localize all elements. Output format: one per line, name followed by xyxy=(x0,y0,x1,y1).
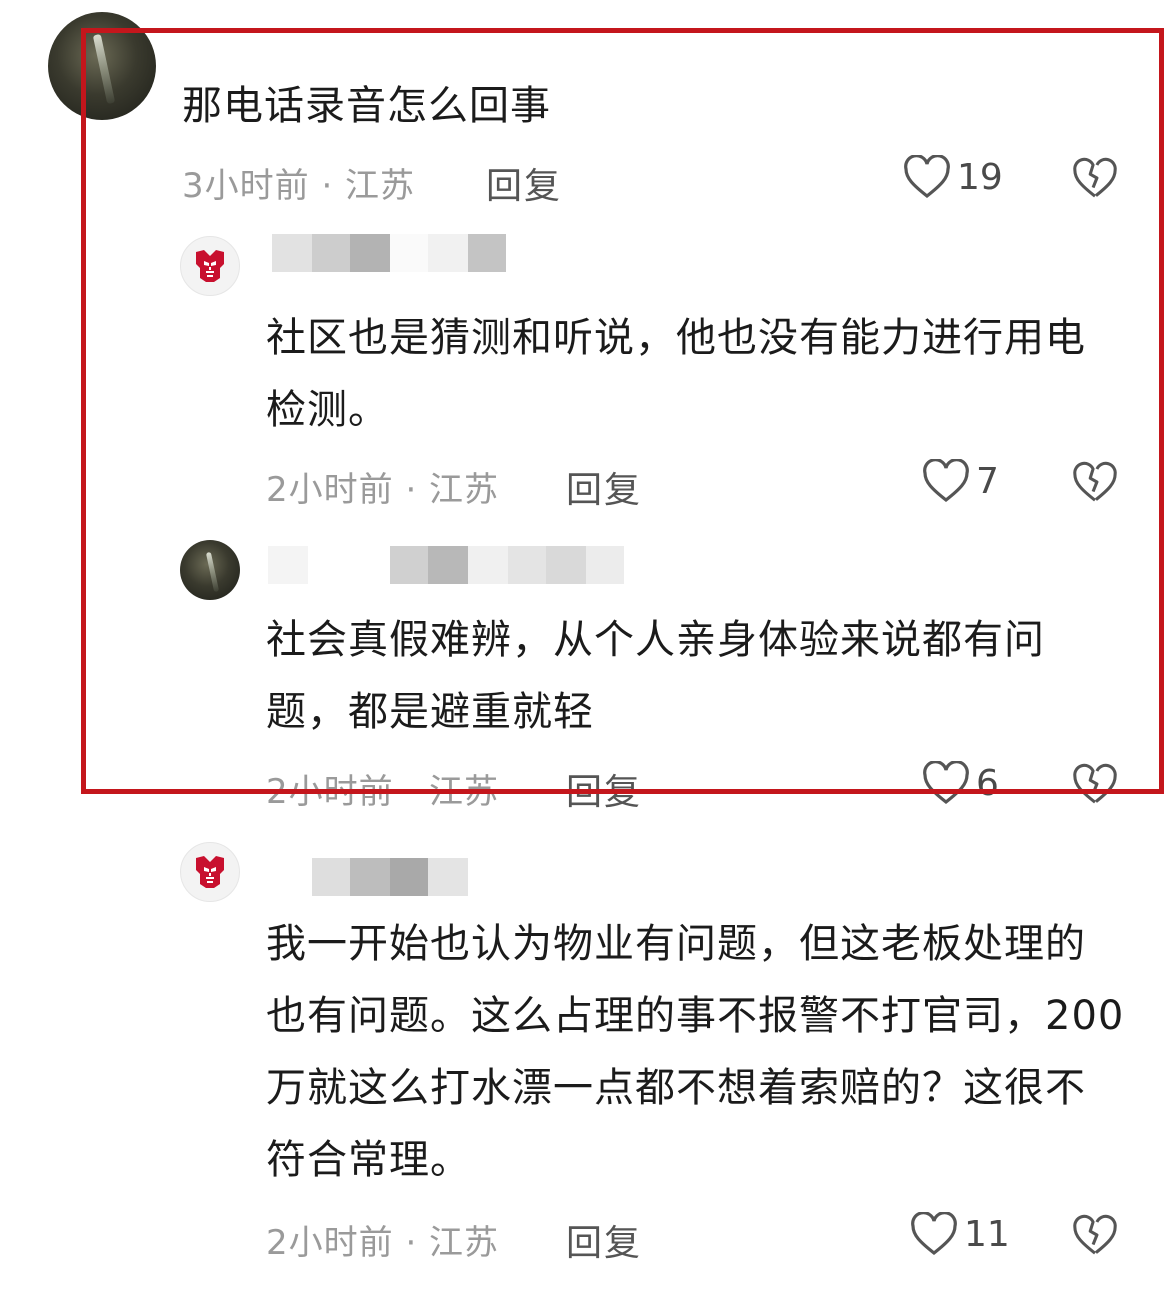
broken-heart-icon xyxy=(1073,461,1117,502)
transformers-logo-icon xyxy=(196,250,224,282)
broken-heart-icon xyxy=(1073,157,1117,198)
reply-button[interactable]: 回复 xyxy=(566,1214,642,1266)
comment-text: 我一开始也认为物业有问题，但这老板处理的也有问题。这么占理的事不报警不打官司，2… xyxy=(266,921,1125,1183)
heart-icon xyxy=(923,459,969,503)
comment-meta: 2小时前 · 江苏 xyxy=(266,470,500,510)
like-button[interactable]: 6 xyxy=(922,761,999,805)
username-blurred xyxy=(268,546,624,584)
reply-button[interactable]: 回复 xyxy=(486,157,562,209)
dislike-button[interactable] xyxy=(1072,762,1118,810)
heart-icon xyxy=(911,1212,957,1256)
like-button[interactable]: 11 xyxy=(910,1212,1010,1256)
broken-heart-icon xyxy=(1073,1214,1117,1255)
comment-meta: 2小时前 · 江苏 xyxy=(266,1223,500,1263)
dislike-button[interactable] xyxy=(1072,156,1118,204)
username-blurred xyxy=(272,858,468,896)
commenter-avatar[interactable] xyxy=(48,12,156,120)
like-button[interactable]: 19 xyxy=(903,155,1003,199)
broken-heart-icon xyxy=(1073,763,1117,804)
commenter-avatar[interactable] xyxy=(180,236,240,296)
transformers-logo-icon xyxy=(196,856,224,888)
comment-meta: 3小时前 · 江苏 xyxy=(182,166,416,206)
dislike-button[interactable] xyxy=(1072,1213,1118,1261)
heart-icon xyxy=(904,155,950,199)
like-count: 6 xyxy=(976,762,999,804)
comment-text: 社区也是猜测和听说，他也没有能力进行用电检测。 xyxy=(266,315,1086,433)
commenter-avatar[interactable] xyxy=(180,842,240,902)
comment-text: 那电话录音怎么回事 xyxy=(182,83,551,129)
reply-button[interactable]: 回复 xyxy=(566,461,642,513)
commenter-avatar[interactable] xyxy=(180,540,240,600)
username-blurred xyxy=(272,234,506,272)
comment-meta: 2小时前 · 江苏 xyxy=(266,772,500,812)
like-count: 7 xyxy=(976,460,999,502)
like-count: 19 xyxy=(957,156,1003,198)
like-count: 11 xyxy=(964,1213,1010,1255)
like-button[interactable]: 7 xyxy=(922,459,999,503)
comment-text: 社会真假难辨，从个人亲身体验来说都有问题，都是避重就轻 xyxy=(266,617,1045,735)
reply-button[interactable]: 回复 xyxy=(566,763,642,815)
heart-icon xyxy=(923,761,969,805)
dislike-button[interactable] xyxy=(1072,460,1118,508)
